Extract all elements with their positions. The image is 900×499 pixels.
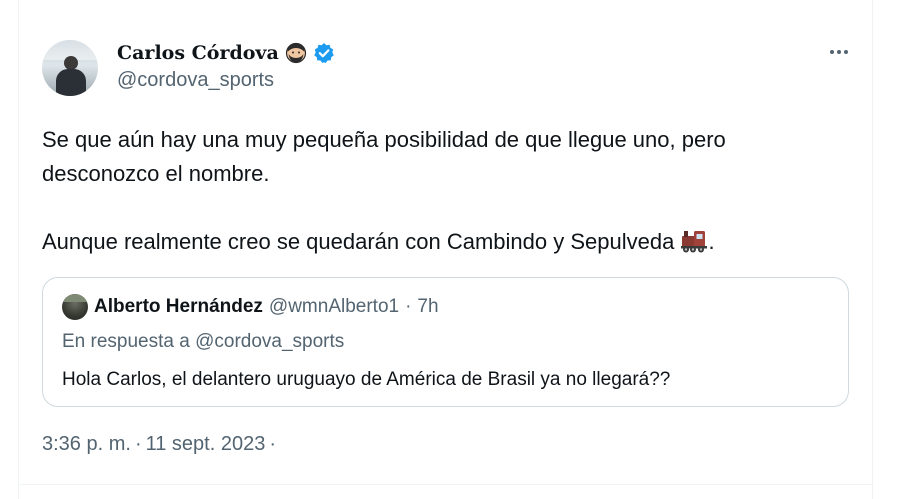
reply-handle: @cordova_sports <box>195 331 345 352</box>
avatar-body <box>56 69 86 96</box>
tweet-meta: 3:36 p. m. · 11 sept. 2023 · <box>42 433 276 456</box>
tweet-trailing-period: . <box>708 229 715 254</box>
more-dots-icon <box>837 50 841 54</box>
quoted-header: Alberto Hernández @wmnAlberto1 · 7h <box>62 294 439 320</box>
bearded-face-emoji-icon <box>285 42 306 64</box>
bottom-divider <box>18 484 872 485</box>
tweet-line: desconozco el nombre. <box>42 161 270 186</box>
author-name-row: Carlos Córdova <box>117 40 335 66</box>
locomotive-emoji-icon <box>681 231 708 253</box>
tweet-date[interactable]: 11 sept. 2023 <box>146 433 266 456</box>
more-dots-icon <box>830 50 834 54</box>
tweet-line: Aunque realmente creo se quedarán con Ca… <box>42 229 675 254</box>
quoted-reply-context: En respuesta a @cordova_sports <box>62 331 344 353</box>
meta-separator: · <box>269 433 277 455</box>
author-display-name[interactable]: Carlos Córdova <box>117 42 279 64</box>
quoted-timestamp: 7h <box>417 296 439 317</box>
tweet-body: Se que aún hay una muy pequeña posibilid… <box>42 123 842 259</box>
meta-separator: · <box>134 433 142 455</box>
quoted-display-name: Alberto Hernández <box>94 296 263 317</box>
author-avatar[interactable] <box>42 40 98 96</box>
avatar-head <box>64 56 78 70</box>
quoted-handle: @wmnAlberto1 <box>268 296 400 317</box>
tweet-time[interactable]: 3:36 p. m. <box>42 433 131 456</box>
timeline-border-left <box>18 0 19 499</box>
quoted-tweet-card[interactable]: Alberto Hernández @wmnAlberto1 · 7h En r… <box>42 277 849 407</box>
quoted-separator: · <box>405 296 412 317</box>
timeline-border-right <box>872 0 873 499</box>
tweet-line: Se que aún hay una muy pequeña posibilid… <box>42 127 726 152</box>
quoted-text: Hola Carlos, el delantero uruguayo de Am… <box>62 369 671 390</box>
tweet-line-with-emoji: Aunque realmente creo se quedarán con Ca… <box>42 225 842 259</box>
more-dots-icon <box>844 50 848 54</box>
more-options-button[interactable] <box>822 40 856 64</box>
reply-prefix: En respuesta a <box>62 331 190 352</box>
author-handle[interactable]: @cordova_sports <box>117 69 274 92</box>
verified-badge-icon[interactable] <box>313 42 335 64</box>
quoted-avatar <box>62 294 88 320</box>
